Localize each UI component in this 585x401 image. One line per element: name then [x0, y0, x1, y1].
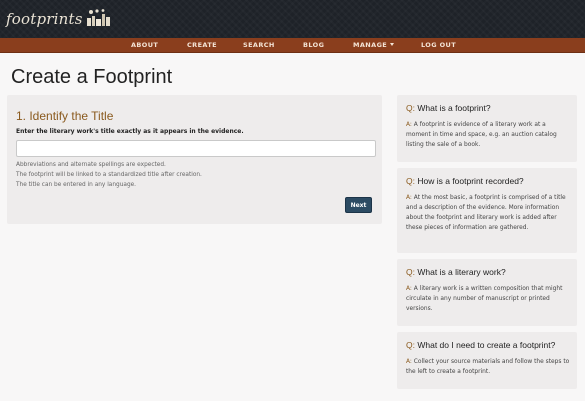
faq-item: Q: How is a footprint recorded? A: At th… [397, 168, 577, 253]
help-text: Abbreviations and alternate spellings ar… [16, 160, 202, 190]
title-field-label: Enter the literary work's title exactly … [16, 128, 244, 135]
identify-title-panel: 1. Identify the Title Enter the literary… [7, 95, 382, 224]
faq-question: Q: What do I need to create a footprint? [406, 340, 555, 350]
faq-answer-text: Collect your source materials and follow… [406, 359, 570, 375]
top-header: footprints [0, 0, 585, 38]
logo-text: footprints [6, 10, 83, 28]
q-mark: Q: [406, 103, 415, 113]
faq-answer: A: At the most basic, a footprint is com… [406, 193, 572, 233]
help-line: Abbreviations and alternate spellings ar… [16, 162, 166, 168]
nav-search[interactable]: SEARCH [243, 38, 275, 52]
faq-question-text: How is a footprint recorded? [417, 176, 524, 186]
q-mark: Q: [406, 340, 415, 350]
faq-answer: A: A literary work is a written composit… [406, 284, 572, 314]
nav-about[interactable]: ABOUT [131, 38, 158, 52]
q-mark: Q: [406, 267, 415, 277]
faq-answer-text: At the most basic, a footprint is compri… [406, 195, 566, 231]
nav-manage[interactable]: MANAGE [353, 38, 395, 52]
title-input[interactable] [16, 140, 376, 157]
a-mark: A: [406, 286, 412, 292]
page-title: Create a Footprint [11, 66, 173, 88]
help-line: The footprint will be linked to a standa… [16, 172, 202, 178]
nav-create[interactable]: CREATE [187, 38, 217, 52]
faq-item: Q: What do I need to create a footprint?… [397, 332, 577, 389]
footprints-logo[interactable]: footprints [6, 8, 113, 28]
chevron-down-icon [390, 43, 395, 46]
a-mark: A: [406, 122, 412, 128]
faq-question: Q: What is a literary work? [406, 267, 506, 277]
faq-question-text: What is a footprint? [417, 103, 491, 113]
faq-answer: A: A footprint is evidence of a literary… [406, 120, 572, 150]
faq-answer: A: Collect your source materials and fol… [406, 357, 572, 377]
step-title: 1. Identify the Title [16, 109, 114, 123]
faq-question: Q: How is a footprint recorded? [406, 176, 524, 186]
next-button[interactable]: Next [345, 197, 372, 213]
a-mark: A: [406, 195, 412, 201]
nav-logout[interactable]: LOG OUT [421, 38, 456, 52]
main-nav: ABOUT CREATE SEARCH BLOG MANAGE LOG OUT [0, 38, 585, 53]
a-mark: A: [406, 359, 412, 365]
faq-question-text: What do I need to create a footprint? [417, 340, 556, 350]
faq-answer-text: A literary work is a written composition… [406, 286, 563, 312]
faq-item: Q: What is a footprint? A: A footprint i… [397, 95, 577, 162]
nav-blog[interactable]: BLOG [303, 38, 324, 52]
faq-answer-text: A footprint is evidence of a literary wo… [406, 122, 557, 148]
q-mark: Q: [406, 176, 415, 186]
faq-question-text: What is a literary work? [417, 267, 506, 277]
faq-question: Q: What is a footprint? [406, 103, 491, 113]
books-logo-icon [86, 9, 110, 26]
nav-manage-label: MANAGE [353, 41, 388, 49]
faq-item: Q: What is a literary work? A: A literar… [397, 259, 577, 326]
help-line: The title can be entered in any language… [16, 182, 137, 188]
